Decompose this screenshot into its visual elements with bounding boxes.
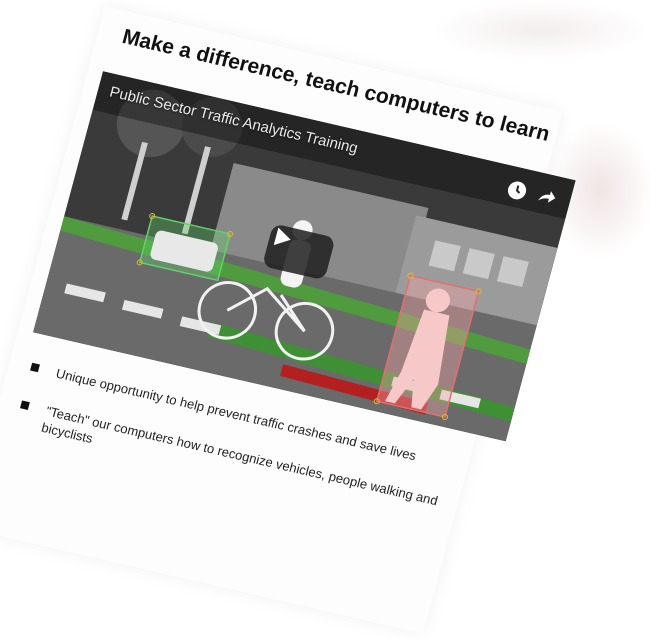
- play-icon: [273, 227, 291, 246]
- bullet-square-icon: [30, 362, 40, 373]
- bullet-square-icon: [19, 400, 30, 410]
- page: Make a difference, teach computers to le…: [0, 0, 650, 634]
- slide-panel: Make a difference, teach computers to le…: [0, 6, 576, 634]
